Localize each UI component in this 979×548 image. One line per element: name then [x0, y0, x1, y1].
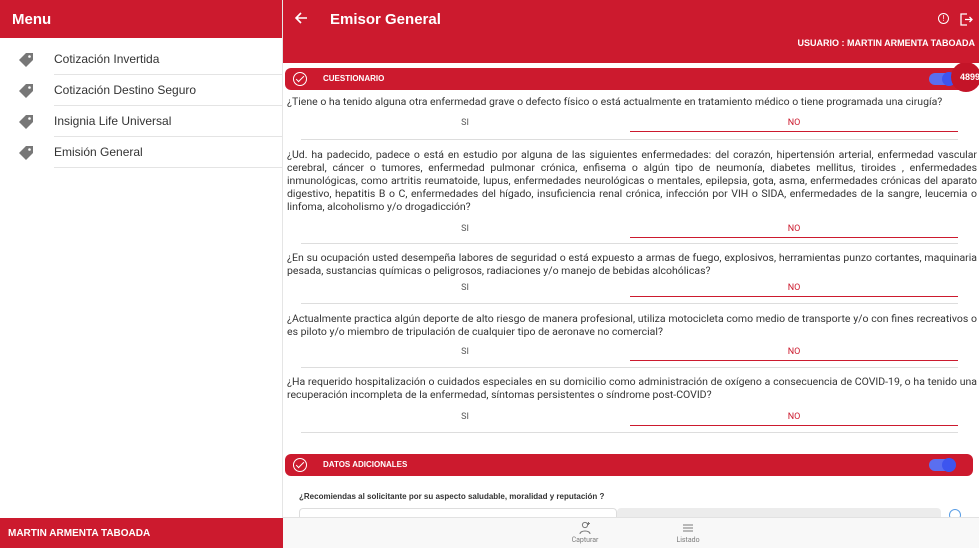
answer-no-button[interactable]: NO — [630, 344, 958, 361]
sidebar-footer-user: MARTIN ARMENTA TABOADA — [0, 518, 283, 548]
top-bar: Emisor General ! USUARIO : MARTIN ARMENT… — [283, 0, 979, 63]
answer-row: SI NO — [301, 221, 958, 241]
section-toggle[interactable] — [929, 458, 956, 472]
sidebar-item-cotizacion-destino-seguro[interactable]: Cotización Destino Seguro — [0, 75, 282, 106]
answer-row: SI NO — [301, 115, 958, 135]
tag-icon — [19, 145, 33, 160]
nav-listado[interactable]: Listado — [658, 521, 718, 544]
answer-field[interactable] — [617, 508, 941, 517]
divider — [301, 243, 958, 244]
answer-no-button[interactable]: NO — [630, 280, 958, 297]
page-title: Emisor General — [330, 11, 441, 28]
sidebar-item-label: Cotización Destino Seguro — [54, 75, 282, 106]
sidebar-item-label: Cotización Invertida — [54, 44, 282, 75]
user-label: USUARIO : MARTIN ARMENTA TABOADA — [797, 38, 975, 48]
question-text: ¿Ud. ha padecido, padece o está en estud… — [287, 148, 977, 213]
answer-si-button[interactable]: SI — [301, 221, 629, 237]
list-icon — [683, 524, 693, 532]
answer-si-button[interactable]: SI — [301, 409, 629, 425]
section-header-datos-adicionales[interactable]: DATOS ADICIONALES — [285, 454, 973, 476]
divider — [301, 432, 958, 433]
radio-button[interactable] — [949, 509, 961, 517]
tag-icon — [19, 52, 33, 67]
sidebar-item-emision-general[interactable]: Emisión General — [0, 137, 282, 168]
form-content: CUESTIONARIO 4899 ¿Tiene o ha tenido alg… — [283, 63, 979, 517]
answer-no-button[interactable]: NO — [630, 409, 958, 426]
section-title: CUESTIONARIO — [323, 74, 385, 83]
add-person-icon — [579, 521, 591, 535]
nav-capturar[interactable]: Capturar — [555, 521, 615, 544]
answer-si-button[interactable]: SI — [301, 280, 629, 296]
nav-capturar-label: Capturar — [571, 536, 599, 544]
sidebar: Menu Cotización Invertida Cotización Des… — [0, 0, 283, 548]
answer-no-button[interactable]: NO — [630, 115, 958, 132]
nav-listado-label: Listado — [676, 536, 700, 544]
main-panel: Emisor General ! USUARIO : MARTIN ARMENT… — [283, 0, 979, 548]
logout-icon[interactable] — [960, 11, 973, 30]
answer-si-button[interactable]: SI — [301, 115, 629, 131]
answer-row: SI NO — [301, 280, 958, 300]
question-text: ¿Ha requerido hospitalización o cuidados… — [287, 375, 977, 401]
additional-question: ¿Recomiendas al solicitante por su aspec… — [299, 492, 605, 501]
back-arrow-icon[interactable] — [294, 9, 308, 30]
answer-row: SI NO — [301, 409, 958, 429]
count-badge: 4899 — [951, 63, 979, 92]
sidebar-item-label: Insignia Life Universal — [54, 106, 282, 137]
bottom-nav: Capturar Listado — [283, 517, 979, 548]
answer-row: SI NO — [301, 344, 958, 364]
sidebar-item-insignia-life-universal[interactable]: Insignia Life Universal — [0, 106, 282, 137]
tag-icon — [19, 114, 33, 129]
answer-no-button[interactable]: NO — [630, 221, 958, 238]
question-text: ¿Actualmente practica algún deporte de a… — [287, 312, 977, 338]
divider — [301, 367, 958, 368]
question-text: ¿Tiene o ha tenido alguna otra enfermeda… — [287, 95, 943, 108]
check-circle-icon — [293, 458, 307, 472]
divider — [301, 303, 958, 304]
info-icon[interactable]: ! — [938, 13, 949, 24]
answer-field[interactable] — [299, 508, 617, 517]
sidebar-item-label: Emisión General — [54, 137, 282, 168]
section-title: DATOS ADICIONALES — [323, 460, 408, 469]
divider — [301, 139, 958, 140]
menu-title: Menu — [0, 0, 282, 38]
answer-si-button[interactable]: SI — [301, 344, 629, 360]
section-header-cuestionario[interactable]: CUESTIONARIO 4899 — [285, 63, 979, 92]
tag-icon — [19, 83, 33, 98]
sidebar-item-cotizacion-invertida[interactable]: Cotización Invertida — [0, 44, 282, 75]
question-text: ¿En su ocupación usted desempeña labores… — [287, 251, 977, 277]
check-circle-icon — [293, 72, 307, 86]
